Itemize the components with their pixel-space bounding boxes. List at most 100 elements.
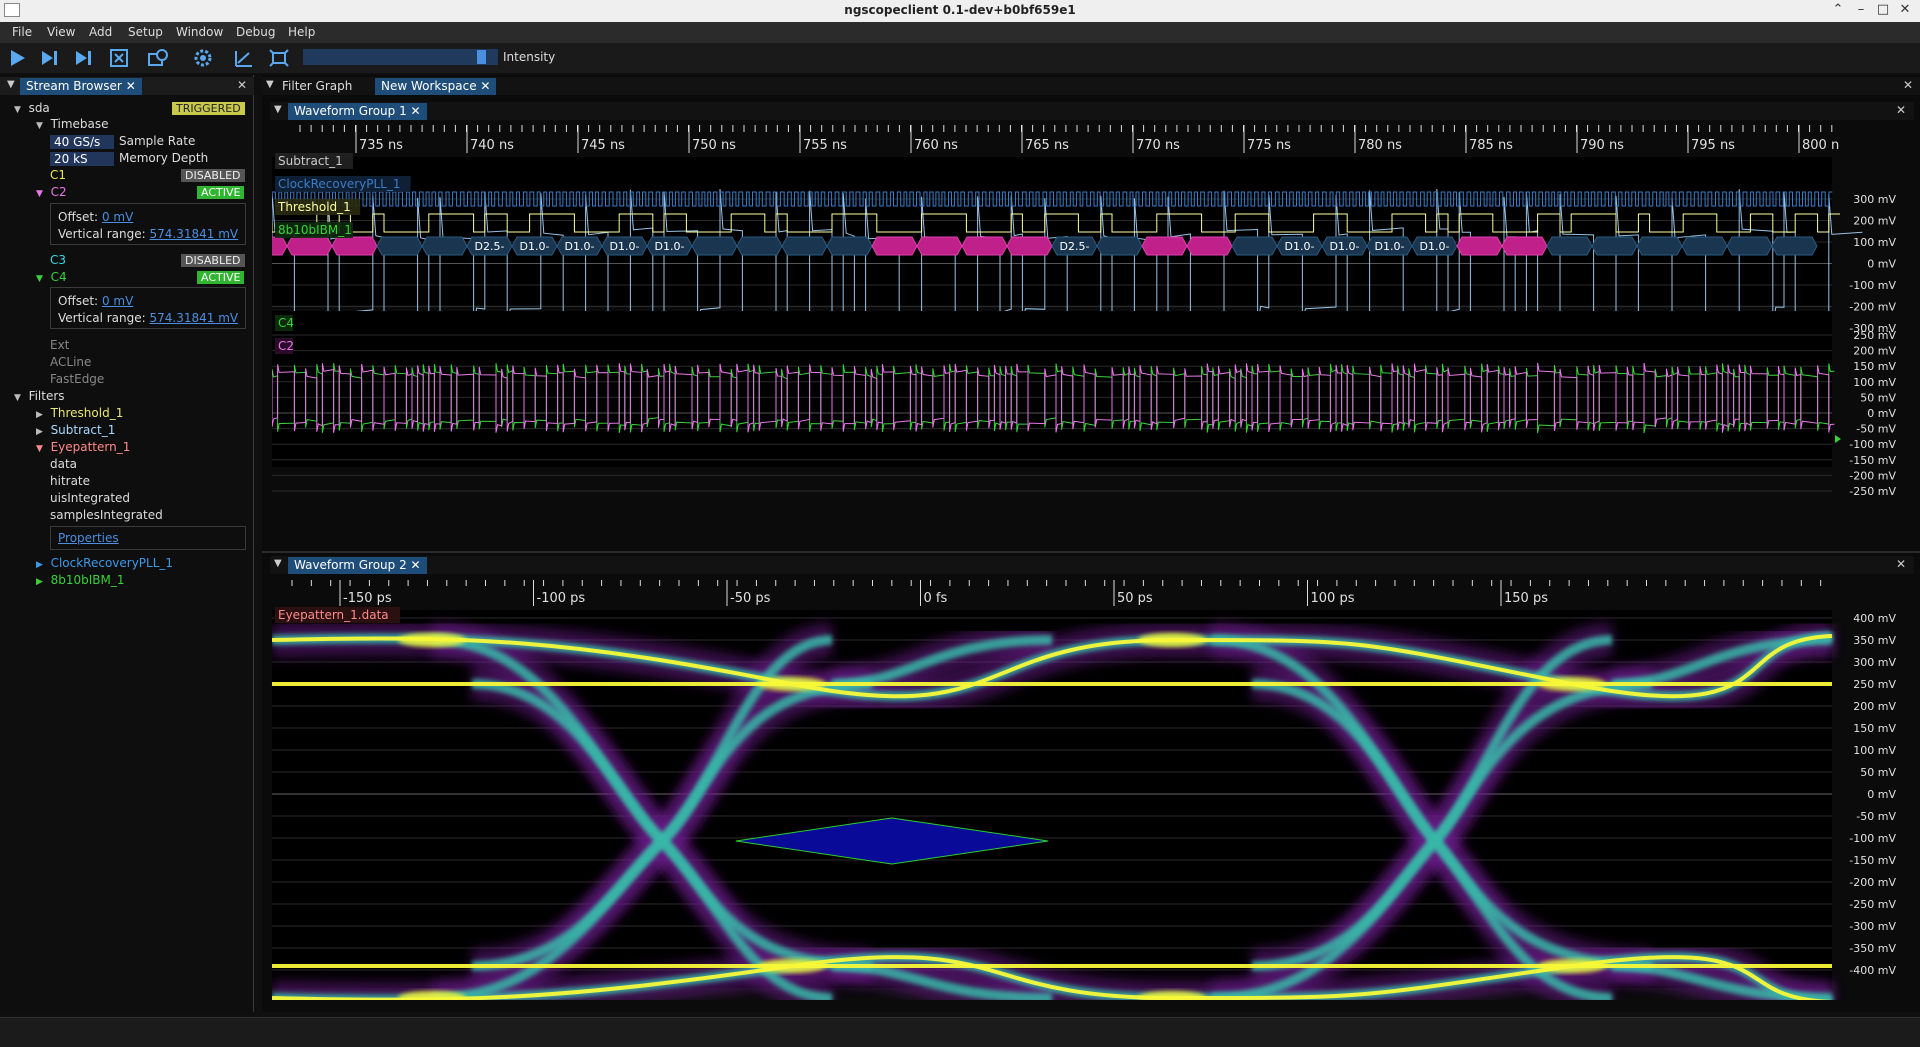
c4-offset-value[interactable]: 0 mV (102, 294, 133, 308)
channel-c1[interactable]: C1 (50, 168, 66, 182)
sample-rate-field[interactable]: 40 GS/s (50, 135, 114, 149)
memory-depth-field[interactable]: 20 kS (50, 152, 114, 166)
time-axis-group1[interactable]: 735 ns 740 ns 745 ns 750 ns 755 ns 760 ns 765 … (272, 125, 1839, 155)
trace-label[interactable]: C4 (278, 316, 294, 330)
menu-file[interactable]: File (12, 25, 32, 39)
expand-icon[interactable]: ▼ (36, 121, 43, 131)
trace-label[interactable]: Eyepattern_1.data (278, 608, 389, 622)
c3-status-badge[interactable]: DISABLED (181, 254, 245, 267)
intensity-slider-handle[interactable] (477, 50, 487, 64)
decode-symbol[interactable] (871, 236, 918, 256)
channel-acline[interactable]: ACLine (50, 355, 91, 369)
menu-window[interactable]: Window (176, 25, 223, 39)
filter-decoder[interactable]: ▶ 8b10bIBM_1 (36, 573, 124, 587)
close-icon[interactable]: ✕ (411, 104, 421, 118)
decode-symbol[interactable] (1186, 236, 1233, 256)
splitter[interactable] (262, 551, 1920, 553)
expand-icon[interactable]: ▶ (36, 427, 43, 437)
decode-symbol[interactable] (1546, 236, 1593, 256)
plot-area-2[interactable] (272, 311, 1832, 467)
expand-icon[interactable]: ▼ (14, 393, 21, 403)
tab-filter-graph[interactable]: Filter Graph (276, 78, 358, 95)
decode-symbol[interactable] (1771, 236, 1818, 256)
eye-stream-data[interactable]: data (50, 457, 77, 471)
decode-symbol[interactable] (1141, 236, 1188, 256)
decode-symbol[interactable] (826, 236, 873, 256)
decode-symbol[interactable] (376, 236, 423, 256)
filter-clockrecovery[interactable]: ▶ ClockRecoveryPLL_1 (36, 556, 173, 570)
tab-waveform-group-1[interactable]: Waveform Group 1 ✕ (288, 103, 427, 120)
voltage-axis-eye[interactable]: 400 mV 350 mV 300 mV 250 mV 200 mV 150 mV 100 … (1849, 612, 1896, 977)
trace-label[interactable]: ClockRecoveryPLL_1 (278, 177, 400, 191)
close-icon[interactable]: ✕ (480, 79, 490, 93)
tab-waveform-group-2[interactable]: Waveform Group 2 ✕ (288, 557, 427, 574)
decode-symbol[interactable] (1231, 236, 1278, 256)
properties-link[interactable]: Properties (58, 531, 119, 545)
decode-symbol[interactable] (421, 236, 468, 256)
eye-stream-uisintegrated[interactable]: uisIntegrated (50, 491, 130, 505)
filter-subtract[interactable]: ▶ Subtract_1 (36, 423, 115, 437)
expand-icon[interactable]: ▼ (36, 189, 43, 199)
filters-node[interactable]: ▼ Filters (14, 389, 65, 403)
close-group1-icon[interactable]: ✕ (1896, 103, 1906, 117)
fit-icon[interactable] (268, 48, 290, 68)
decode-symbol[interactable] (1501, 236, 1548, 256)
single-icon[interactable] (39, 48, 61, 68)
expand-icon[interactable]: ▼ (36, 274, 43, 284)
settings-icon[interactable] (192, 48, 214, 68)
filter-eyepattern[interactable]: ▼ Eyepattern_1 (36, 440, 130, 454)
close-icon[interactable]: ✕ (126, 79, 136, 93)
force-icon[interactable] (73, 48, 95, 68)
menu-add[interactable]: Add (89, 25, 112, 39)
shade-button[interactable]: ⌃ (1829, 1, 1847, 19)
timebase-node[interactable]: ▼ Timebase (36, 117, 109, 131)
intensity-slider[interactable] (303, 49, 498, 65)
channel-ext[interactable]: Ext (50, 338, 69, 352)
decode-symbol[interactable] (916, 236, 963, 256)
trace-label[interactable]: 8b10bIBM_1 (278, 223, 352, 237)
stop-icon[interactable] (108, 48, 130, 68)
tab-new-workspace[interactable]: New Workspace ✕ (375, 78, 497, 95)
channel-c2[interactable]: ▼ C2 (36, 185, 67, 199)
maximize-button[interactable]: □ (1874, 1, 1892, 19)
decode-symbol[interactable] (1096, 236, 1143, 256)
filter-threshold[interactable]: ▶ Threshold_1 (36, 406, 123, 420)
expand-icon[interactable]: ▶ (36, 410, 43, 420)
decode-symbol[interactable] (286, 236, 333, 256)
trace-label[interactable]: C2 (278, 339, 294, 353)
time-axis-group2[interactable]: -150 ps -100 ps -50 ps 0 fs 50 ps 100 ps 150 p… (272, 580, 1832, 608)
panel-menu-icon[interactable]: ▼ (266, 79, 274, 90)
panel-menu-icon[interactable]: ▼ (7, 79, 15, 90)
close-panel-icon[interactable]: ✕ (237, 78, 247, 92)
c1-status-badge[interactable]: DISABLED (181, 169, 245, 182)
expand-icon[interactable]: ▼ (14, 105, 21, 115)
decode-symbol[interactable] (1681, 236, 1728, 256)
run-icon[interactable] (7, 48, 29, 68)
decode-symbol[interactable] (331, 236, 378, 256)
c4-vrange-value[interactable]: 574.31841 mV (150, 311, 239, 325)
channel-fastedge[interactable]: FastEdge (50, 372, 104, 386)
waveform-group-2[interactable]: -150 ps -100 ps -50 ps 0 fs 50 ps 100 ps 150 p… (272, 580, 1912, 1000)
minimize-button[interactable]: – (1852, 1, 1870, 19)
c2-status-badge[interactable]: ACTIVE (197, 186, 245, 199)
c2-vrange-value[interactable]: 574.31841 mV (150, 227, 239, 241)
panel-menu-icon[interactable]: ▼ (274, 558, 282, 569)
decode-symbol[interactable] (1636, 236, 1683, 256)
decode-symbol[interactable] (781, 236, 828, 256)
close-group2-icon[interactable]: ✕ (1896, 557, 1906, 571)
expand-icon[interactable]: ▼ (36, 444, 43, 454)
menu-setup[interactable]: Setup (128, 25, 163, 39)
waveform-group-1[interactable]: 735 ns 740 ns 745 ns 750 ns 755 ns 760 ns 765 … (272, 125, 1912, 505)
history-icon[interactable] (147, 48, 169, 68)
decode-symbol[interactable] (736, 236, 783, 256)
expand-icon[interactable]: ▶ (36, 577, 43, 587)
close-workspace-icon[interactable]: ✕ (1903, 78, 1913, 92)
menu-help[interactable]: Help (288, 25, 315, 39)
decode-symbol[interactable] (1591, 236, 1638, 256)
decode-symbol[interactable] (1006, 236, 1053, 256)
trigger-level-marker[interactable] (1835, 435, 1841, 443)
measure-icon[interactable] (233, 48, 255, 68)
channel-c3[interactable]: C3 (50, 253, 66, 267)
decode-symbol[interactable] (1456, 236, 1503, 256)
trace-label[interactable]: Threshold_1 (277, 200, 351, 214)
